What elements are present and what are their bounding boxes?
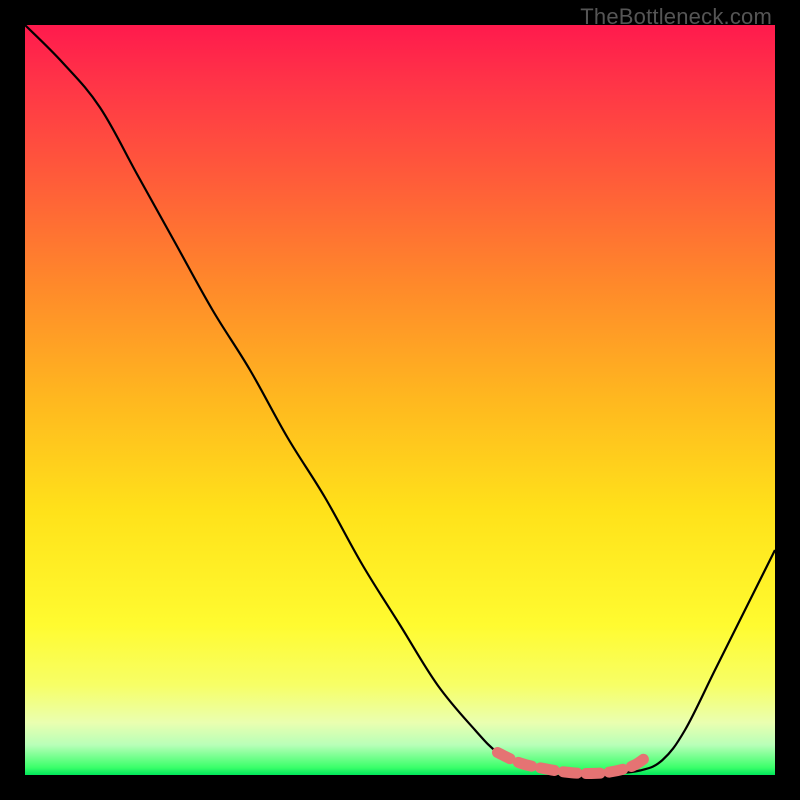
optimal-band-path (498, 753, 648, 774)
bottleneck-curve-path (25, 25, 775, 774)
chart-svg (25, 25, 775, 775)
